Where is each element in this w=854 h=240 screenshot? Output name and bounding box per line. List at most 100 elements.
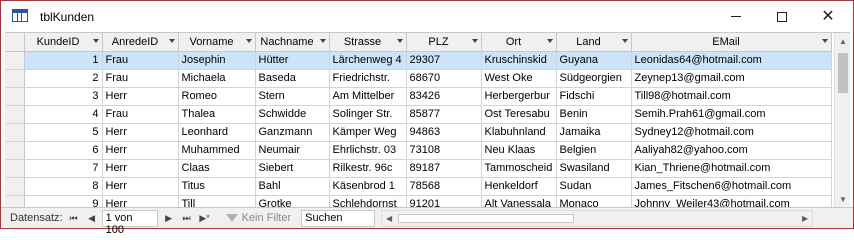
cell-plz[interactable]: 85877: [406, 105, 482, 124]
column-header-nachname[interactable]: Nachname: [255, 33, 330, 52]
cell-land[interactable]: Südgeorgien: [556, 69, 632, 88]
cell-land[interactable]: Fidschi: [556, 87, 632, 106]
cell-email[interactable]: Leonidas64@hotmail.com: [631, 51, 832, 70]
cell-land[interactable]: Jamaika: [556, 123, 632, 142]
scroll-left-icon[interactable]: ◀: [382, 211, 396, 226]
cell-ort[interactable]: Herbergerbur: [481, 87, 557, 106]
column-header-strasse[interactable]: Strasse: [329, 33, 407, 52]
cell-ort[interactable]: Klabuhnland: [481, 123, 557, 142]
cell-email[interactable]: Johnny_Weiler43@hotmail.com: [631, 195, 832, 207]
search-input[interactable]: Suchen: [301, 209, 376, 227]
cell-strasse[interactable]: Lärchenweg 4: [329, 51, 407, 70]
column-header-kundeid[interactable]: KundeID: [24, 33, 103, 52]
row-selector[interactable]: [5, 87, 25, 106]
cell-land[interactable]: Guyana: [556, 51, 632, 70]
cell-vorname[interactable]: Leonhard: [178, 123, 256, 142]
cell-plz[interactable]: 91201: [406, 195, 482, 207]
cell-anrede[interactable]: Frau: [102, 51, 179, 70]
column-header-anredeid[interactable]: AnredeID: [102, 33, 179, 52]
chevron-down-icon[interactable]: [821, 39, 828, 43]
cell-strasse[interactable]: Friedrichstr.: [329, 69, 407, 88]
table-row[interactable]: 9 Herr Till Grotke Schlehdornst 91201 Al…: [5, 195, 832, 207]
row-selector[interactable]: [5, 69, 25, 88]
cell-plz[interactable]: 83426: [406, 87, 482, 106]
cell-land[interactable]: Swasiland: [556, 159, 632, 178]
cell-strasse[interactable]: Schlehdornst: [329, 195, 407, 207]
table-row[interactable]: 1 Frau Josephin Hütter Lärchenweg 4 2930…: [5, 51, 832, 70]
cell-kundeid[interactable]: 1: [24, 51, 103, 70]
cell-email[interactable]: Sydney12@hotmail.com: [631, 123, 832, 142]
chevron-down-icon[interactable]: [319, 39, 326, 43]
vertical-scrollbar[interactable]: ▲ ▼: [834, 33, 850, 207]
next-record-icon[interactable]: ▶: [162, 213, 176, 224]
cell-email[interactable]: Semih.Prah61@gmail.com: [631, 105, 832, 124]
cell-anrede[interactable]: Frau: [102, 69, 179, 88]
chevron-down-icon[interactable]: [621, 39, 628, 43]
cell-kundeid[interactable]: 5: [24, 123, 103, 142]
cell-nachname[interactable]: Schwidde: [255, 105, 330, 124]
cell-land[interactable]: Benin: [556, 105, 632, 124]
cell-anrede[interactable]: Herr: [102, 87, 179, 106]
row-selector[interactable]: [5, 105, 25, 124]
chevron-down-icon[interactable]: [245, 39, 252, 43]
cell-plz[interactable]: 73108: [406, 141, 482, 160]
cell-vorname[interactable]: Claas: [178, 159, 256, 178]
cell-kundeid[interactable]: 4: [24, 105, 103, 124]
cell-vorname[interactable]: Romeo: [178, 87, 256, 106]
cell-ort[interactable]: Ost Teresabu: [481, 105, 557, 124]
scroll-up-icon[interactable]: ▲: [835, 33, 851, 49]
cell-vorname[interactable]: Titus: [178, 177, 256, 196]
cell-vorname[interactable]: Muhammed: [178, 141, 256, 160]
cell-vorname[interactable]: Thalea: [178, 105, 256, 124]
cell-strasse[interactable]: Kämper Weg: [329, 123, 407, 142]
cell-anrede[interactable]: Herr: [102, 195, 179, 207]
cell-anrede[interactable]: Herr: [102, 177, 179, 196]
cell-land[interactable]: Sudan: [556, 177, 632, 196]
last-record-icon[interactable]: ⏭: [180, 213, 194, 224]
cell-kundeid[interactable]: 9: [24, 195, 103, 207]
cell-nachname[interactable]: Baseda: [255, 69, 330, 88]
cell-nachname[interactable]: Bahl: [255, 177, 330, 196]
column-header-land[interactable]: Land: [556, 33, 632, 52]
horizontal-scrollbar[interactable]: ◀ ▶: [381, 209, 814, 227]
chevron-down-icon[interactable]: [471, 39, 478, 43]
cell-kundeid[interactable]: 8: [24, 177, 103, 196]
table-row[interactable]: 4 Frau Thalea Schwidde Solinger Str. 858…: [5, 105, 832, 124]
cell-nachname[interactable]: Siebert: [255, 159, 330, 178]
cell-plz[interactable]: 29307: [406, 51, 482, 70]
chevron-down-icon[interactable]: [92, 39, 99, 43]
cell-nachname[interactable]: Hütter: [255, 51, 330, 70]
cell-email[interactable]: Zeynep13@gmail.com: [631, 69, 832, 88]
cell-plz[interactable]: 89187: [406, 159, 482, 178]
cell-vorname[interactable]: Josephin: [178, 51, 256, 70]
cell-kundeid[interactable]: 7: [24, 159, 103, 178]
cell-anrede[interactable]: Herr: [102, 123, 179, 142]
cell-land[interactable]: Monaco: [556, 195, 632, 207]
row-selector[interactable]: [5, 195, 25, 207]
cell-vorname[interactable]: Michaela: [178, 69, 256, 88]
table-row[interactable]: 2 Frau Michaela Baseda Friedrichstr. 686…: [5, 69, 832, 88]
row-selector[interactable]: [5, 159, 25, 178]
column-header-ort[interactable]: Ort: [481, 33, 557, 52]
cell-email[interactable]: Till98@hotmail.com: [631, 87, 832, 106]
previous-record-icon[interactable]: ◀: [85, 213, 99, 224]
cell-nachname[interactable]: Stern: [255, 87, 330, 106]
table-row[interactable]: 6 Herr Muhammed Neumair Ehrlichstr. 03 7…: [5, 141, 832, 160]
row-selector[interactable]: [5, 141, 25, 160]
cell-plz[interactable]: 94863: [406, 123, 482, 142]
cell-strasse[interactable]: Solinger Str.: [329, 105, 407, 124]
cell-anrede[interactable]: Herr: [102, 141, 179, 160]
cell-email[interactable]: James_Fitschen6@hotmail.com: [631, 177, 832, 196]
cell-ort[interactable]: Henkeldorf: [481, 177, 557, 196]
row-selector[interactable]: [5, 177, 25, 196]
cell-email[interactable]: Kian_Thriene@hotmail.com: [631, 159, 832, 178]
table-row[interactable]: 3 Herr Romeo Stern Am Mittelber 83426 He…: [5, 87, 832, 106]
cell-kundeid[interactable]: 2: [24, 69, 103, 88]
chevron-down-icon[interactable]: [546, 39, 553, 43]
cell-email[interactable]: Aaliyah82@yahoo.com: [631, 141, 832, 160]
cell-ort[interactable]: Tammoscheid: [481, 159, 557, 178]
column-header-email[interactable]: EMail: [631, 33, 832, 52]
cell-anrede[interactable]: Frau: [102, 105, 179, 124]
horizontal-scroll-thumb[interactable]: [398, 213, 575, 223]
cell-kundeid[interactable]: 3: [24, 87, 103, 106]
